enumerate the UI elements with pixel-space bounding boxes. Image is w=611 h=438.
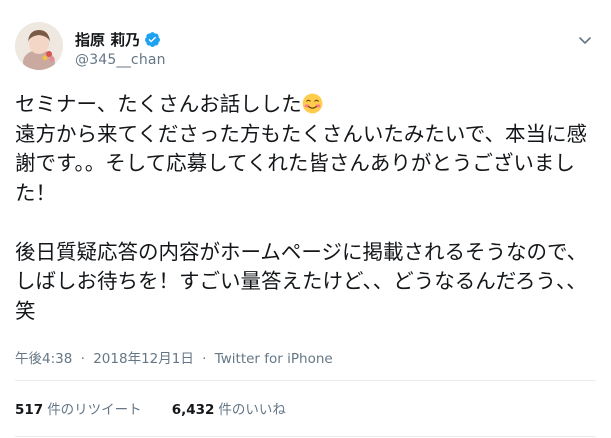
tweet-header: 指原 莉乃 @345__chan [15,22,599,74]
tweet-time[interactable]: 午後4:38 [15,351,72,367]
tweet-date[interactable]: 2018年12月1日 [93,351,194,367]
tweet-card: 指原 莉乃 @345__chan セミナー、たくさんお話しした 遠方から来てくだ… [0,0,611,438]
tweet-paragraph-spacer [15,208,600,238]
tweet-meta: 午後4:38 · 2018年12月1日 · Twitter for iPhone [15,347,333,367]
chevron-down-icon[interactable] [577,32,593,48]
retweets-label: 件のリツイート [47,402,142,418]
verified-badge-icon [144,31,161,48]
meta-separator: · [80,351,85,367]
display-name-row: 指原 莉乃 [75,29,166,50]
tweet-paragraph-1: セミナー、たくさんお話しした 遠方から来てくださった方もたくさんいたみたいで、本… [15,90,600,208]
divider [15,436,596,437]
tweet-paragraph-2: 後日質疑応答の内容がホームページに掲載されるそうなので、しばしお待ちを！すごい量… [15,239,588,323]
tweet-text: セミナー、たくさんお話しした 遠方から来てくださった方もたくさんいたみたいで、本… [15,90,600,326]
divider [15,380,596,381]
retweets-stat[interactable]: 517 件のリツイート [15,398,142,418]
likes-label: 件のいいね [218,402,286,418]
smiling-face-with-blush-emoji-icon [302,93,323,114]
retweets-count: 517 [15,402,44,418]
meta-separator: · [202,351,207,367]
likes-count: 6,432 [171,402,215,418]
avatar[interactable] [15,22,63,70]
display-name[interactable]: 指原 莉乃 [75,29,140,50]
tweet-stats: 517 件のリツイート 6,432 件のいいね [15,398,316,418]
tweet-source[interactable]: Twitter for iPhone [215,351,333,367]
user-handle[interactable]: @345__chan [75,52,166,68]
tweet-paragraph-1-rest: 遠方から来てくださった方もたくさんいたみたいで、本当に感謝です。。そして応募して… [15,121,587,205]
likes-stat[interactable]: 6,432 件のいいね [172,398,286,418]
user-names: 指原 莉乃 @345__chan [75,29,166,69]
tweet-paragraph-1-text: セミナー、たくさんお話しした [15,92,302,116]
